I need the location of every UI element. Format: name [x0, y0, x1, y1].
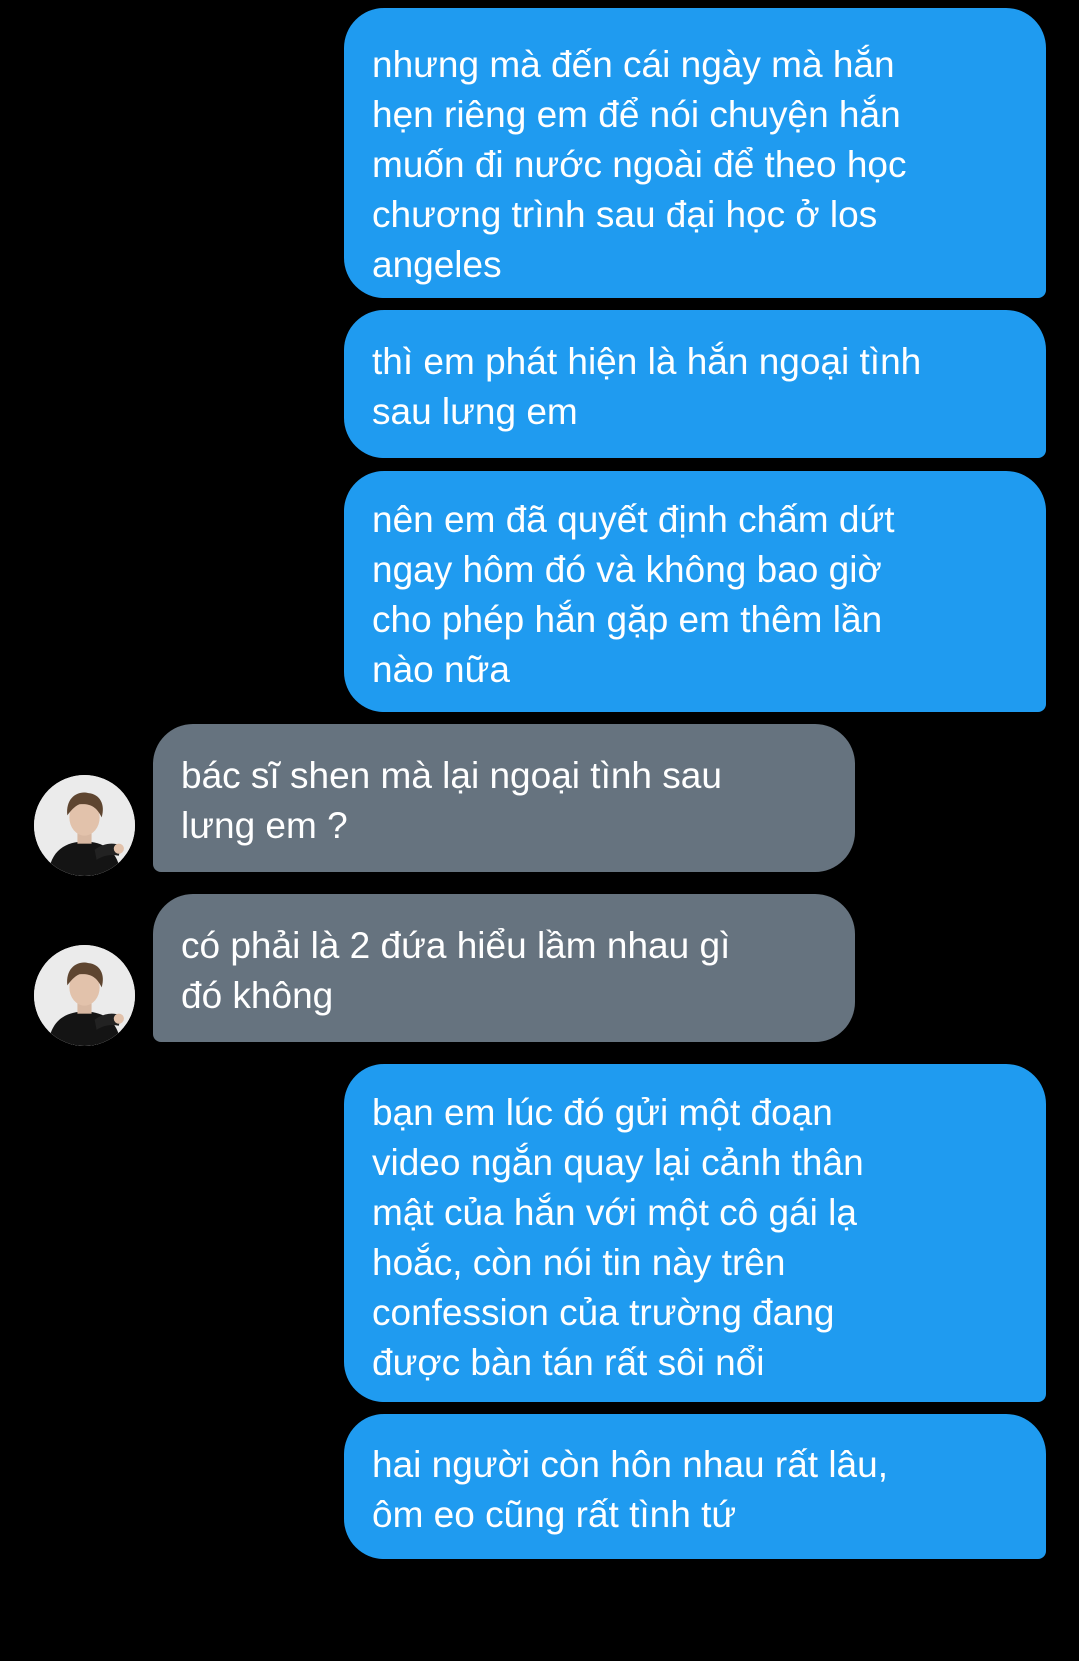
contact-avatar[interactable]: [34, 775, 135, 876]
message-bubble-received[interactable]: bác sĩ shen mà lại ngoại tình sau lưng e…: [153, 724, 855, 872]
chat-thread: nhưng mà đến cái ngày mà hắn hẹn riêng e…: [0, 0, 1079, 1661]
user-avatar-icon: [34, 775, 135, 876]
message-bubble-received[interactable]: có phải là 2 đứa hiểu lầm nhau gì đó khô…: [153, 894, 855, 1042]
user-avatar-icon: [34, 945, 135, 1046]
message-bubble-sent[interactable]: nhưng mà đến cái ngày mà hắn hẹn riêng e…: [344, 8, 1046, 298]
message-bubble-sent[interactable]: hai người còn hôn nhau rất lâu, ôm eo cũ…: [344, 1414, 1046, 1559]
contact-avatar[interactable]: [34, 945, 135, 1046]
message-bubble-sent[interactable]: nên em đã quyết định chấm dứt ngay hôm đ…: [344, 471, 1046, 712]
message-bubble-sent[interactable]: thì em phát hiện là hắn ngoại tình sau l…: [344, 310, 1046, 458]
message-bubble-sent[interactable]: bạn em lúc đó gửi một đoạn video ngắn qu…: [344, 1064, 1046, 1402]
